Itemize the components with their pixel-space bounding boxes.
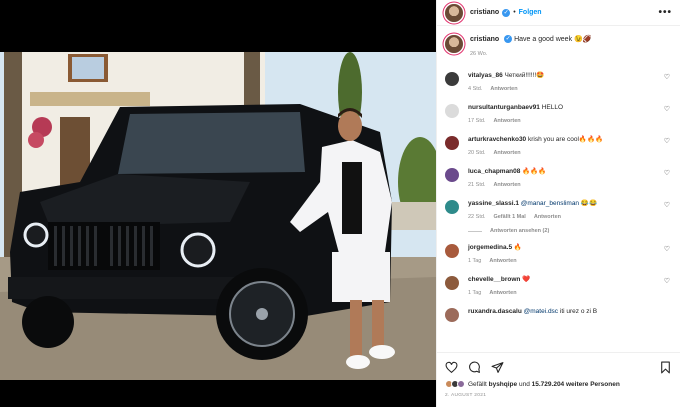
- comment-item: luca_chapman08 🔥🔥🔥 21 Std. Antworten ♡: [445, 167, 672, 190]
- post-header: cristiano ✓ • Folgen •••: [437, 0, 680, 26]
- comment-text: krish you are cool🔥🔥🔥: [527, 136, 604, 143]
- comment-like-heart-icon[interactable]: ♡: [664, 169, 670, 177]
- commenter-avatar[interactable]: [445, 168, 459, 182]
- comment-like-heart-icon[interactable]: ♡: [664, 201, 670, 209]
- caption-username[interactable]: cristiano: [470, 36, 499, 43]
- comment-item: jorgemedina.5 🔥 1 Tag Antworten ♡: [445, 243, 672, 266]
- comment-text: HELLO: [541, 104, 564, 111]
- comment-time[interactable]: 1 Tag: [468, 258, 481, 264]
- comment-like-heart-icon[interactable]: ♡: [664, 137, 670, 145]
- car-and-man-illustration: [0, 52, 436, 380]
- comment-text: Четкий!!!!!!🤩: [504, 72, 545, 79]
- commenter-avatar[interactable]: [445, 104, 459, 118]
- author-avatar[interactable]: [445, 3, 463, 22]
- reply-button[interactable]: Antworten: [493, 150, 520, 156]
- comment-time[interactable]: 1 Tag: [468, 290, 481, 296]
- view-replies-label: Antworten ansehen (2): [490, 228, 550, 234]
- comment-mention[interactable]: @matei.dsc: [524, 308, 558, 315]
- comment-item: yassine_slassi.1 @manar_bensliman 😂😂 22 …: [445, 199, 672, 222]
- liker-avatar: [457, 380, 465, 388]
- bookmark-icon[interactable]: [659, 361, 672, 374]
- author-username[interactable]: cristiano: [470, 9, 499, 16]
- comment-username[interactable]: vitalyas_86: [468, 72, 503, 79]
- commenter-avatar[interactable]: [445, 72, 459, 86]
- comments-list[interactable]: cristiano ✓ Have a good week 😉🏈 26 Wo. v…: [437, 27, 680, 352]
- reply-button[interactable]: Antworten: [490, 86, 517, 92]
- comment-item: vitalyas_86 Четкий!!!!!!🤩 4 Std. Antworte…: [445, 71, 672, 94]
- comment-text: 😂😂: [580, 200, 598, 207]
- comment-username[interactable]: ruxandra.dascalu: [468, 308, 522, 315]
- separator: •: [513, 9, 516, 16]
- follow-button[interactable]: Folgen: [519, 9, 542, 16]
- comment-username[interactable]: jorgemedina.5: [468, 244, 512, 251]
- reply-button[interactable]: Antworten: [489, 290, 516, 296]
- view-replies-line: [468, 230, 482, 232]
- comment-time[interactable]: 4 Std.: [468, 86, 482, 92]
- comment-icon[interactable]: [468, 361, 481, 374]
- share-icon[interactable]: [491, 361, 504, 374]
- likes-suffix[interactable]: weitere Personen: [566, 381, 620, 388]
- comment-text: ❤️: [522, 276, 531, 283]
- likes-summary[interactable]: Gefällt byshqipe und 15.729.204 weitere …: [445, 380, 672, 388]
- comment-time[interactable]: 20 Std.: [468, 150, 485, 156]
- verified-badge-icon: ✓: [504, 35, 513, 44]
- comment-item: ruxandra.dascalu @matei.dsc iti urez o z…: [445, 307, 672, 322]
- commenter-avatar[interactable]: [445, 136, 459, 150]
- comment-like-heart-icon[interactable]: ♡: [664, 245, 670, 253]
- liker-username[interactable]: byshqipe: [489, 381, 518, 388]
- comment-username[interactable]: arturkravchenko30: [468, 136, 526, 143]
- post-sidebar: cristiano ✓ • Folgen ••• cristiano ✓ Hav…: [436, 0, 680, 407]
- post-date[interactable]: 2. AUGUST 2021: [445, 393, 672, 398]
- caption-avatar[interactable]: [445, 35, 463, 53]
- comment-time[interactable]: 17 Std.: [468, 118, 485, 124]
- commenter-avatar[interactable]: [445, 276, 459, 290]
- likes-and: und: [518, 380, 530, 388]
- commenter-avatar[interactable]: [445, 200, 459, 214]
- comment-text: 🔥: [513, 244, 522, 251]
- comment-text: 🔥🔥🔥: [522, 168, 547, 175]
- post-actions: Gefällt byshqipe und 15.729.204 weitere …: [437, 352, 680, 407]
- commenter-avatar[interactable]: [445, 308, 459, 322]
- comment-item: chevelle__brown ❤️ 1 Tag Antworten ♡: [445, 275, 672, 298]
- comment-username[interactable]: luca_chapman08: [468, 168, 520, 175]
- caption-text: Have a good week 😉🏈: [514, 36, 592, 43]
- verified-badge-icon: ✓: [502, 8, 511, 17]
- commenter-avatar[interactable]: [445, 244, 459, 258]
- comment-like-heart-icon[interactable]: ♡: [664, 73, 670, 81]
- likes-prefix: Gefällt: [468, 380, 487, 388]
- reply-button[interactable]: Antworten: [489, 258, 516, 264]
- post-photo[interactable]: [0, 52, 436, 380]
- comment-like-heart-icon[interactable]: ♡: [664, 105, 670, 113]
- comment-item: nursultanturganbaev91 HELLO 17 Std. Antwo…: [445, 103, 672, 126]
- comment-username[interactable]: yassine_slassi.1: [468, 200, 519, 207]
- more-options-icon[interactable]: •••: [658, 7, 672, 18]
- comment-mention[interactable]: @manar_bensliman: [521, 200, 579, 207]
- heart-icon[interactable]: [445, 361, 458, 374]
- caption-time[interactable]: 26 Wo.: [470, 49, 591, 59]
- likes-count[interactable]: 15.729.204: [532, 381, 565, 388]
- comment-item: arturkravchenko30 krish you are cool🔥🔥🔥 …: [445, 135, 672, 158]
- reply-button[interactable]: Antworten: [493, 118, 520, 124]
- instagram-post-view: cristiano ✓ • Folgen ••• cristiano ✓ Hav…: [0, 0, 680, 407]
- reply-button[interactable]: Antworten: [534, 214, 561, 220]
- comment-likes-count[interactable]: Gefällt 1 Mal: [493, 214, 525, 220]
- comment-time[interactable]: 21 Std.: [468, 182, 485, 188]
- reply-button[interactable]: Antworten: [493, 182, 520, 188]
- action-bar: [445, 359, 672, 375]
- comment-username[interactable]: chevelle__brown: [468, 276, 520, 283]
- comment-time[interactable]: 22 Std.: [468, 214, 485, 220]
- comment-text: iti urez o zi B: [559, 308, 598, 315]
- view-replies-button[interactable]: Antworten ansehen (2): [468, 228, 672, 234]
- comment-like-heart-icon[interactable]: ♡: [664, 277, 670, 285]
- likes-text: Gefällt byshqipe und 15.729.204 weitere …: [468, 381, 620, 388]
- caption: cristiano ✓ Have a good week 😉🏈 26 Wo.: [445, 35, 672, 59]
- media-panel: [0, 0, 436, 407]
- comment-username[interactable]: nursultanturganbaev91: [468, 104, 540, 111]
